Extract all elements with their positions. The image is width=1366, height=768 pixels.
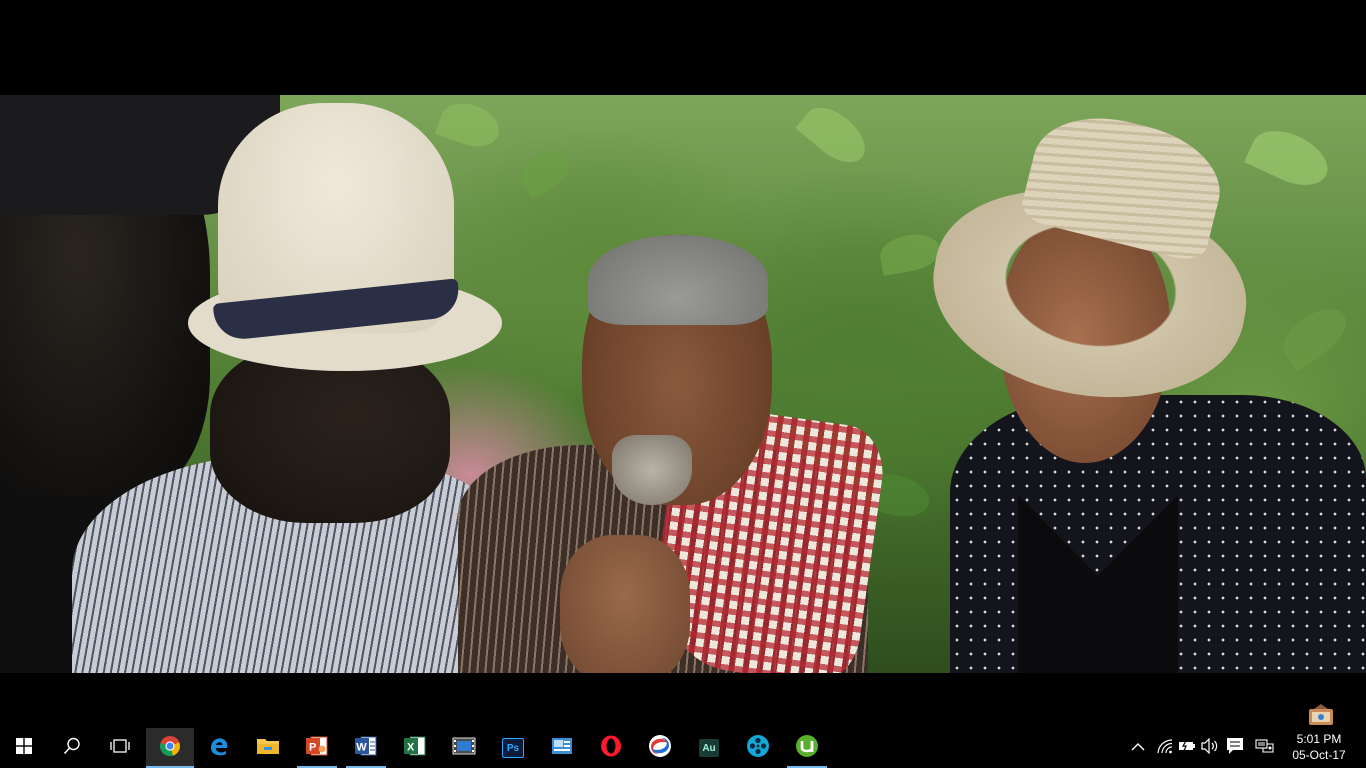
- swirl-browser-icon: [648, 734, 672, 763]
- start-button[interactable]: [0, 728, 48, 768]
- edge-icon: [208, 735, 230, 762]
- language-icon: [1255, 738, 1275, 759]
- taskbar-clock[interactable]: 5:01 PM 05-Oct-17: [1284, 728, 1354, 768]
- taskbar-app-edge[interactable]: [195, 728, 243, 768]
- search-button[interactable]: [48, 728, 96, 768]
- opera-icon: [600, 735, 622, 762]
- taskbar-app-opera[interactable]: [587, 728, 635, 768]
- taskbar-app-utorrent[interactable]: [783, 728, 831, 768]
- show-hidden-icons-button[interactable]: [1128, 728, 1148, 768]
- windows-logo-icon: [16, 737, 32, 759]
- foliage: [795, 97, 875, 173]
- battery-icon: [1178, 739, 1196, 757]
- video-player[interactable]: [0, 0, 1366, 728]
- battery-button[interactable]: [1176, 728, 1198, 768]
- taskbar-app-word[interactable]: W: [342, 728, 390, 768]
- task-view-icon: [109, 738, 131, 759]
- taskbar-app-powerpoint[interactable]: P: [293, 728, 341, 768]
- taskbar-app-video-player[interactable]: [734, 728, 782, 768]
- folder-icon: [256, 736, 280, 761]
- film-strip-icon: [452, 736, 476, 761]
- tray-overflow-app-icon[interactable]: [1306, 703, 1336, 729]
- clock-date: 05-Oct-17: [1292, 748, 1346, 762]
- taskbar-app-movie-maker[interactable]: [440, 728, 488, 768]
- audition-icon: Au: [699, 739, 719, 757]
- foliage: [877, 230, 943, 276]
- volume-button[interactable]: [1199, 728, 1221, 768]
- svg-text:P: P: [309, 741, 316, 753]
- video-frame[interactable]: [0, 95, 1366, 673]
- foliage: [1274, 298, 1356, 372]
- utorrent-icon: [795, 734, 819, 763]
- action-center-button[interactable]: [1224, 728, 1246, 768]
- search-icon: [63, 737, 81, 760]
- excel-icon: X: [403, 735, 427, 762]
- taskbar-app-chrome[interactable]: [146, 728, 194, 768]
- foliage: [434, 95, 506, 155]
- film-reel-icon: [746, 734, 770, 763]
- old-man-hair: [588, 235, 768, 325]
- svg-text:W: W: [356, 741, 367, 753]
- task-view-button[interactable]: [96, 728, 144, 768]
- taskbar-app-excel[interactable]: X: [391, 728, 439, 768]
- photo-viewer-icon: [551, 736, 573, 761]
- foliage: [514, 144, 576, 200]
- network-button[interactable]: [1154, 728, 1176, 768]
- taskbar-app-photo-viewer[interactable]: [538, 728, 586, 768]
- clock-time: 5:01 PM: [1296, 732, 1342, 746]
- taskbar-app-photoshop[interactable]: Ps: [489, 728, 537, 768]
- word-icon: W: [354, 735, 378, 762]
- foliage: [1244, 120, 1336, 196]
- chrome-icon: [159, 735, 181, 762]
- input-language-button[interactable]: [1253, 728, 1277, 768]
- svg-text:X: X: [407, 741, 415, 753]
- taskbar-app-audition[interactable]: Au: [685, 728, 733, 768]
- taskbar-app-swirl[interactable]: [636, 728, 684, 768]
- old-man-hands: [560, 535, 690, 673]
- notification-icon: [1226, 737, 1244, 760]
- powerpoint-icon: P: [305, 735, 329, 762]
- taskbar-app-file-explorer[interactable]: [244, 728, 292, 768]
- wifi-icon: [1156, 738, 1174, 759]
- old-man-beard: [612, 435, 692, 505]
- chevron-up-icon: [1131, 739, 1145, 757]
- photoshop-icon: Ps: [502, 738, 524, 758]
- volume-icon: [1201, 737, 1219, 759]
